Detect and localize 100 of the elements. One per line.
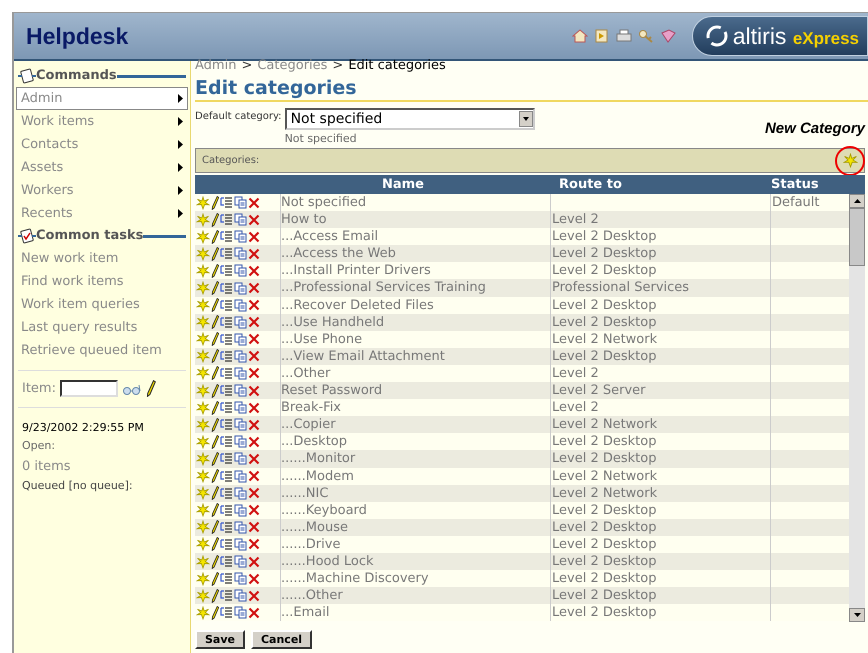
copy-icon[interactable]	[234, 418, 248, 432]
printer-icon[interactable]	[616, 29, 632, 43]
home-icon[interactable]	[572, 29, 588, 43]
list-icon[interactable]	[220, 504, 234, 517]
star-icon[interactable]	[196, 606, 210, 620]
delete-icon[interactable]	[248, 196, 260, 209]
star-icon[interactable]	[196, 486, 210, 500]
delete-icon[interactable]	[248, 214, 260, 226]
star-icon[interactable]	[196, 264, 210, 278]
star-icon[interactable]	[196, 554, 210, 569]
copy-icon[interactable]	[234, 589, 248, 602]
delete-icon[interactable]	[248, 384, 260, 397]
pencil-icon[interactable]	[211, 554, 220, 569]
list-icon[interactable]	[220, 452, 234, 466]
delete-icon[interactable]	[248, 333, 260, 346]
list-icon[interactable]	[220, 555, 234, 568]
pencil-icon[interactable]	[211, 588, 220, 603]
star-icon[interactable]	[196, 315, 210, 330]
copy-icon[interactable]	[234, 520, 248, 534]
delete-icon[interactable]	[248, 590, 260, 602]
pencil-icon[interactable]	[211, 315, 220, 330]
star-icon[interactable]	[196, 588, 210, 603]
scrollbar[interactable]	[849, 194, 865, 622]
pencil-icon[interactable]	[211, 572, 220, 586]
star-icon[interactable]	[196, 230, 210, 244]
list-icon[interactable]	[220, 213, 234, 226]
document-icon[interactable]	[594, 29, 610, 43]
copy-icon[interactable]	[234, 555, 248, 568]
pencil-icon[interactable]	[211, 196, 220, 210]
copy-icon[interactable]	[234, 316, 248, 329]
copy-icon[interactable]	[234, 247, 248, 260]
pencil-icon[interactable]	[211, 606, 220, 620]
delete-icon[interactable]	[248, 504, 260, 516]
pencil-icon[interactable]	[211, 418, 220, 432]
list-icon[interactable]	[220, 264, 234, 278]
delete-icon[interactable]	[248, 418, 260, 431]
copy-icon[interactable]	[234, 332, 248, 346]
star-icon[interactable]	[196, 246, 210, 261]
list-icon[interactable]	[220, 435, 234, 448]
copy-icon[interactable]	[234, 452, 248, 466]
list-icon[interactable]	[220, 247, 234, 260]
copy-icon[interactable]	[234, 384, 248, 398]
list-icon[interactable]	[220, 418, 234, 432]
star-icon[interactable]	[196, 212, 210, 227]
copy-icon[interactable]	[234, 230, 248, 244]
copy-icon[interactable]	[234, 538, 248, 551]
delete-icon[interactable]	[248, 538, 260, 550]
sidebar-item[interactable]: Find work items	[16, 270, 188, 293]
pencil-icon[interactable]	[211, 469, 220, 484]
delete-icon[interactable]	[248, 521, 260, 534]
star-icon[interactable]	[196, 537, 210, 552]
cancel-button[interactable]: Cancel	[250, 630, 312, 649]
list-icon[interactable]	[220, 350, 234, 363]
default-category-select[interactable]: Not specified	[284, 108, 535, 130]
list-icon[interactable]	[220, 196, 234, 210]
list-icon[interactable]	[220, 589, 234, 602]
delete-icon[interactable]	[248, 572, 260, 585]
star-icon[interactable]	[196, 349, 210, 364]
copy-icon[interactable]	[234, 435, 248, 448]
breadcrumb-link[interactable]: Categories	[257, 56, 328, 76]
list-icon[interactable]	[220, 401, 234, 414]
copy-icon[interactable]	[234, 213, 248, 226]
star-icon[interactable]	[196, 572, 210, 586]
copy-icon[interactable]	[234, 350, 248, 363]
list-icon[interactable]	[220, 470, 234, 483]
pencil-icon[interactable]	[211, 230, 220, 244]
copy-icon[interactable]	[234, 196, 248, 210]
delete-icon[interactable]	[248, 230, 260, 243]
delete-icon[interactable]	[248, 316, 260, 328]
sidebar-item[interactable]: Work items	[16, 110, 188, 133]
list-icon[interactable]	[220, 486, 234, 500]
pencil-icon[interactable]	[211, 349, 220, 364]
copy-icon[interactable]	[234, 264, 248, 278]
pencil-icon[interactable]	[211, 246, 220, 261]
copy-icon[interactable]	[234, 298, 248, 312]
delete-icon[interactable]	[248, 487, 260, 500]
sidebar-item[interactable]: Workers	[16, 179, 188, 202]
delete-icon[interactable]	[248, 350, 260, 362]
scroll-down-icon[interactable]	[854, 613, 860, 617]
copy-icon[interactable]	[234, 572, 248, 586]
list-icon[interactable]	[220, 366, 234, 380]
star-icon[interactable]	[196, 298, 210, 312]
pencil-icon[interactable]	[211, 366, 220, 380]
star-icon[interactable]	[196, 418, 210, 432]
list-icon[interactable]	[220, 520, 234, 534]
pencil-icon[interactable]	[211, 452, 220, 466]
save-button[interactable]: Save	[195, 630, 245, 649]
item-field[interactable]	[60, 380, 118, 398]
sidebar-item[interactable]: Recents	[16, 202, 188, 225]
sidebar-item[interactable]: Work item queries	[16, 293, 188, 316]
sidebar-item[interactable]: Admin	[16, 87, 188, 110]
list-icon[interactable]	[220, 606, 234, 620]
list-icon[interactable]	[220, 230, 234, 244]
star-icon[interactable]	[196, 503, 210, 518]
pencil-icon[interactable]	[146, 380, 156, 398]
copy-icon[interactable]	[234, 504, 248, 517]
list-icon[interactable]	[220, 538, 234, 551]
delete-icon[interactable]	[248, 470, 260, 482]
list-icon[interactable]	[220, 332, 234, 346]
pencil-icon[interactable]	[211, 434, 220, 449]
